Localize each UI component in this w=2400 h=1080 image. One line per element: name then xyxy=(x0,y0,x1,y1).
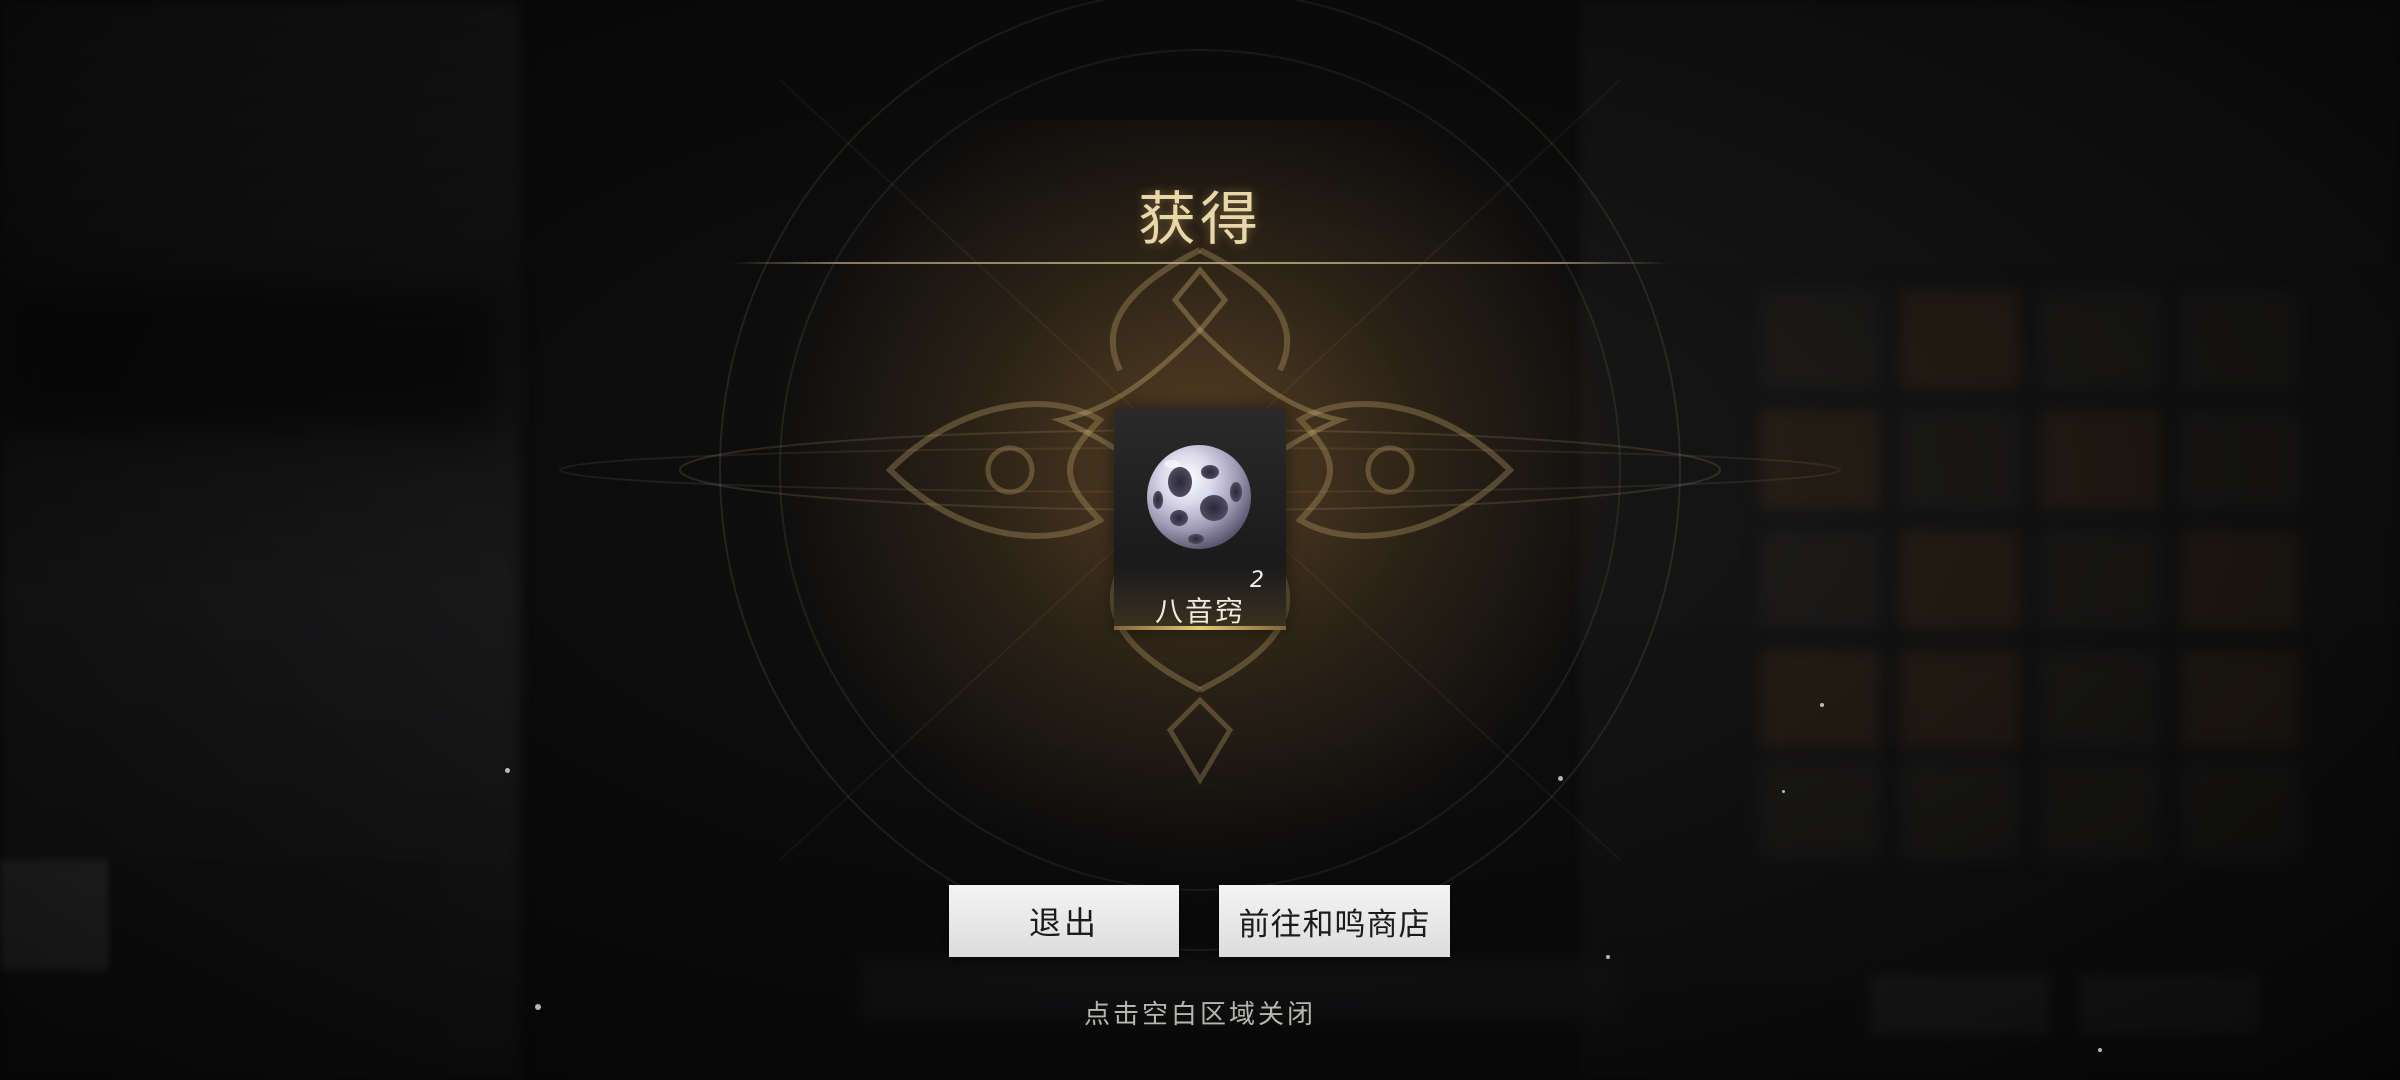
reward-item-card[interactable]: 2 八音窍 xyxy=(1114,408,1286,630)
dialog-title: 获得 xyxy=(1137,185,1262,253)
perforated-pearl-sphere-icon xyxy=(1147,445,1251,549)
card-rarity-bar xyxy=(1114,626,1286,630)
sparkle xyxy=(1606,955,1610,959)
sparkle xyxy=(1782,790,1785,793)
close-hint: 点击空白区域关闭 xyxy=(1083,1000,1316,1030)
exit-button[interactable]: 退出 xyxy=(949,885,1179,957)
sparkle xyxy=(2098,1048,2102,1052)
sparkle xyxy=(535,1004,541,1010)
title-divider xyxy=(730,262,1670,264)
sparkle xyxy=(1558,776,1563,781)
item-name: 八音窍 xyxy=(1154,595,1245,628)
sparkle xyxy=(505,768,510,773)
go-to-shop-button[interactable]: 前往和鸣商店 xyxy=(1219,885,1450,957)
sparkle xyxy=(1820,703,1824,707)
